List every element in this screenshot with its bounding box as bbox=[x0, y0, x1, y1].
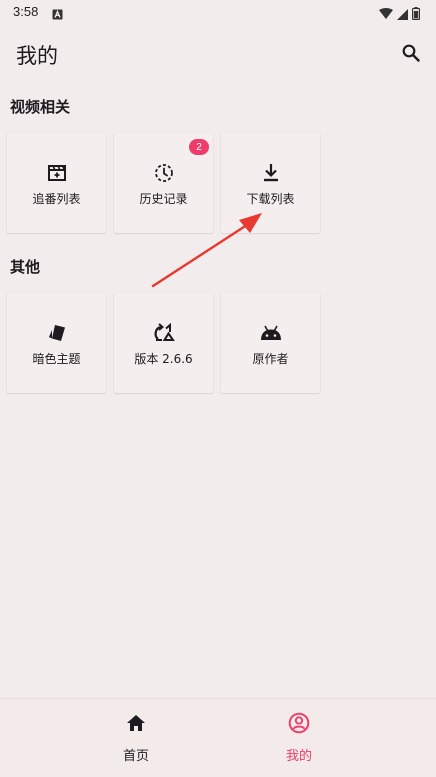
nav-label-profile: 我的 bbox=[285, 749, 312, 764]
subscribed-list-card[interactable]: 追番列表 bbox=[7, 133, 106, 233]
bottom-navigation: 首页 我的 bbox=[0, 698, 436, 777]
section-title-video: 视频相关 bbox=[10, 98, 71, 116]
card-label: 追番列表 bbox=[32, 192, 81, 206]
card-label: 暗色主题 bbox=[32, 352, 81, 366]
version-icon bbox=[153, 322, 175, 344]
subscribed-list-icon bbox=[46, 162, 68, 184]
original-author-card[interactable]: 原作者 bbox=[221, 293, 320, 393]
a-notification-icon bbox=[52, 5, 63, 20]
card-label: 版本 2.6.6 bbox=[134, 352, 193, 366]
video-section-grid: 追番列表 2 历史记录 下载列表 bbox=[7, 133, 320, 233]
history-icon bbox=[153, 162, 175, 184]
home-icon bbox=[125, 712, 147, 734]
cellular-signal-icon bbox=[397, 5, 408, 24]
download-icon bbox=[260, 162, 282, 184]
dark-theme-card[interactable]: 暗色主题 bbox=[7, 293, 106, 393]
status-icons bbox=[379, 5, 421, 24]
page-title: 我的 bbox=[16, 44, 58, 68]
card-label: 历史记录 bbox=[139, 192, 188, 206]
nav-label-home: 首页 bbox=[122, 749, 149, 764]
search-icon bbox=[402, 44, 420, 62]
dark-theme-icon bbox=[46, 322, 68, 344]
card-label: 下载列表 bbox=[246, 192, 295, 206]
profile-icon bbox=[288, 712, 310, 734]
card-label: 原作者 bbox=[252, 352, 289, 366]
history-card[interactable]: 2 历史记录 bbox=[114, 133, 213, 233]
status-time: 3:58 bbox=[13, 4, 39, 19]
version-card[interactable]: 版本 2.6.6 bbox=[114, 293, 213, 393]
search-button[interactable] bbox=[400, 42, 422, 64]
section-title-other: 其他 bbox=[10, 258, 41, 276]
android-icon bbox=[260, 322, 282, 344]
nav-item-profile[interactable]: 我的 bbox=[190, 699, 408, 777]
app-bar: 我的 bbox=[0, 26, 436, 82]
download-list-card[interactable]: 下载列表 bbox=[221, 133, 320, 233]
status-bar: 3:58 bbox=[0, 0, 436, 26]
history-count-badge: 2 bbox=[189, 139, 209, 155]
wifi-icon bbox=[379, 5, 393, 24]
battery-icon bbox=[411, 5, 421, 24]
other-section-grid: 暗色主题 版本 2.6.6 原作者 bbox=[7, 293, 320, 393]
